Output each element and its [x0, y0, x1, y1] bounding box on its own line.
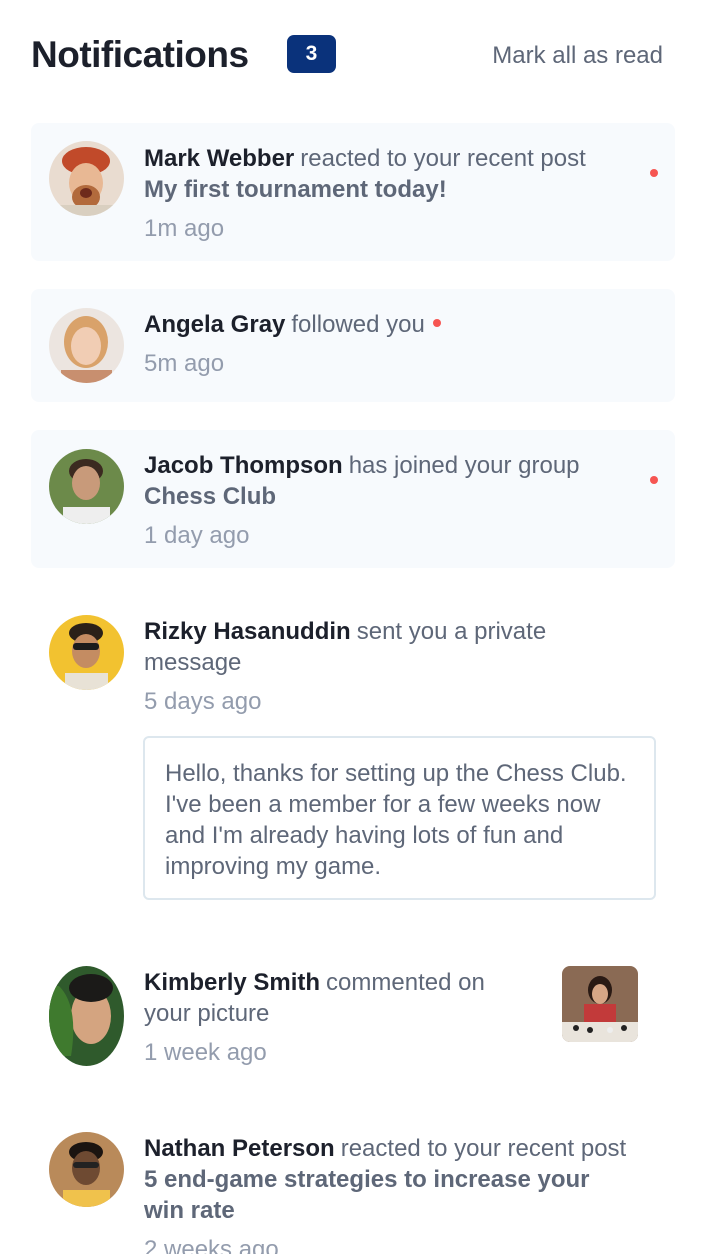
user-name-link[interactable]: Rizky Hasanuddin: [144, 618, 351, 645]
notification-time: 5 days ago: [144, 688, 262, 715]
commented-picture-thumbnail[interactable]: [562, 966, 638, 1042]
notification-content: Jacob Thompson has joined your group Ches…: [144, 450, 654, 551]
notification-content: Rizky Hasanuddin sent you a private messa…: [144, 616, 584, 717]
user-name-link[interactable]: Angela Gray: [144, 311, 285, 338]
avatar[interactable]: [49, 141, 124, 216]
notification-item[interactable]: Kimberly Smith commented on your picture …: [31, 947, 675, 1087]
avatar[interactable]: [49, 966, 124, 1066]
notification-time: 1m ago: [144, 215, 225, 242]
unread-count-badge: 3: [287, 35, 336, 73]
avatar[interactable]: [49, 1132, 124, 1207]
notification-time: 2 weeks ago: [144, 1236, 279, 1254]
notification-time: 5m ago: [144, 350, 225, 377]
notifications-header: Notifications 3 Mark all as read: [31, 30, 671, 84]
notification-time: 1 week ago: [144, 1039, 267, 1066]
notification-content: Nathan Peterson reacted to your recent po…: [144, 1133, 634, 1254]
unread-dot: [650, 169, 658, 177]
notification-content: Angela Gray followed you 5m ago: [144, 309, 654, 379]
notification-action: reacted to your recent post: [300, 145, 586, 172]
notification-item[interactable]: Rizky Hasanuddin sent you a private messa…: [31, 596, 675, 906]
notification-content: Mark Webber reacted to your recent post M…: [144, 143, 654, 244]
post-link[interactable]: My first tournament today!: [144, 176, 447, 203]
notification-item[interactable]: Nathan Peterson reacted to your recent po…: [31, 1113, 675, 1254]
notification-action: reacted to your recent post: [340, 1135, 627, 1162]
user-name-link[interactable]: Nathan Peterson: [144, 1135, 335, 1162]
private-message[interactable]: Hello, thanks for setting up the Chess C…: [143, 736, 656, 900]
notification-time: 1 day ago: [144, 522, 250, 549]
group-link[interactable]: Chess Club: [144, 483, 276, 510]
avatar[interactable]: [49, 308, 124, 383]
notification-item[interactable]: Mark Webber reacted to your recent post M…: [31, 123, 675, 261]
user-name-link[interactable]: Kimberly Smith: [144, 969, 320, 996]
unread-dot: [650, 476, 658, 484]
notification-item[interactable]: Jacob Thompson has joined your group Ches…: [31, 430, 675, 568]
unread-dot: [432, 318, 441, 327]
user-name-link[interactable]: Jacob Thompson: [144, 452, 343, 479]
user-name-link[interactable]: Mark Webber: [144, 145, 294, 172]
mark-all-as-read-button[interactable]: Mark all as read: [492, 42, 663, 70]
avatar[interactable]: [49, 449, 124, 524]
notification-action: has joined your group: [348, 452, 580, 479]
notification-content: Kimberly Smith commented on your picture …: [144, 967, 494, 1068]
page-title: Notifications: [31, 34, 249, 75]
notification-item[interactable]: Angela Gray followed you 5m ago: [31, 289, 675, 402]
avatar[interactable]: [49, 615, 124, 690]
post-link[interactable]: 5 end-game strategies to increase your w…: [144, 1166, 590, 1224]
notification-action: followed you: [291, 311, 425, 338]
